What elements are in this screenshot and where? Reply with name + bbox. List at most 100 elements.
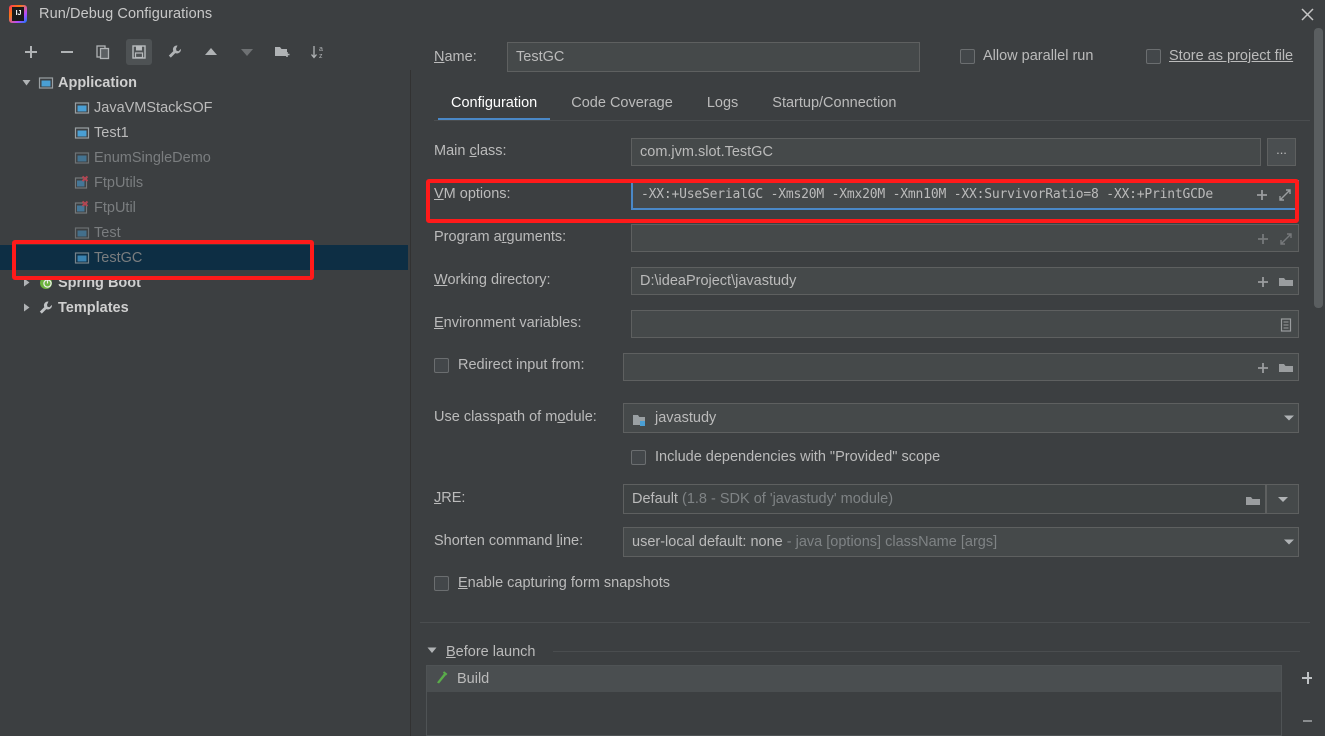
plus-icon[interactable] (1255, 359, 1271, 375)
expand-icon[interactable] (1277, 187, 1293, 203)
before-launch-item-build[interactable]: Build (427, 666, 1281, 692)
configurations-tree[interactable]: Application JavaVMStackSOF Test1 EnumSin… (0, 70, 408, 736)
copy-configuration-button[interactable] (90, 39, 116, 65)
spring-boot-icon (38, 275, 54, 291)
chevron-down-icon[interactable] (1284, 415, 1294, 421)
tab-code-coverage[interactable]: Code Coverage (554, 89, 690, 120)
sidebar-item-javavmstacksof[interactable]: JavaVMStackSOF (0, 95, 408, 120)
sidebar-item-testgc[interactable]: TestGC (0, 245, 408, 270)
remove-configuration-button[interactable] (54, 39, 80, 65)
environment-variables-label: Environment variables: (434, 315, 582, 331)
sidebar-item-label: Test (94, 224, 121, 241)
before-launch-list[interactable]: Build (426, 665, 1282, 736)
scrollbar-thumb[interactable] (1314, 28, 1323, 308)
move-down-button[interactable] (234, 39, 260, 65)
folder-icon[interactable] (1278, 273, 1294, 289)
sidebar-item-label: JavaVMStackSOF (94, 99, 213, 116)
svg-text:z: z (319, 53, 323, 60)
sidebar-item-application[interactable]: Application (0, 70, 408, 95)
store-as-project-file-checkbox[interactable]: Store as project file (1146, 48, 1293, 64)
vm-options-input[interactable]: -XX:+UseSerialGC -Xms20M -Xmx20M -Xmn10M… (631, 180, 1299, 210)
sidebar-item-templates[interactable]: Templates (0, 295, 408, 320)
tab-logs[interactable]: Logs (690, 89, 755, 120)
wrench-icon (38, 300, 54, 316)
allow-parallel-run-checkbox[interactable]: Allow parallel run (960, 48, 1093, 64)
plus-icon[interactable] (1255, 273, 1271, 289)
jre-value: Default (632, 491, 678, 507)
sidebar-item-label: Templates (58, 299, 129, 316)
program-arguments-row: Program arguments: (420, 217, 1310, 260)
environment-variables-field-icons (1278, 316, 1294, 332)
jre-dropdown-arrow-button[interactable] (1266, 484, 1299, 514)
configuration-tabs[interactable]: Configuration Code Coverage Logs Startup… (434, 89, 1310, 121)
enable-capturing-label: Enable capturing form snapshots (458, 575, 670, 591)
tab-configuration[interactable]: Configuration (434, 89, 554, 120)
before-launch-header[interactable]: Before launch (420, 638, 1310, 665)
checkbox-box[interactable] (960, 48, 975, 64)
sidebar-item-enumsingledemo[interactable]: EnumSingleDemo (0, 145, 408, 170)
program-arguments-input[interactable] (631, 224, 1299, 252)
chevron-down-icon[interactable] (426, 643, 438, 661)
plus-icon[interactable] (1255, 230, 1271, 246)
name-row: Name: Allow parallel run Store as projec… (434, 42, 1325, 72)
application-error-icon (74, 200, 90, 216)
redirect-input-checkbox[interactable]: Redirect input from: (434, 357, 585, 373)
working-directory-input[interactable]: D:\ideaProject\javastudy (631, 267, 1299, 295)
redirect-input-field[interactable] (623, 353, 1299, 381)
chevron-down-icon[interactable] (1277, 496, 1288, 502)
sidebar-item-ftputil[interactable]: FtpUtil (0, 195, 408, 220)
environment-variables-row: Environment variables: (420, 303, 1310, 346)
application-icon (74, 150, 90, 166)
close-icon[interactable] (1295, 3, 1319, 25)
redirect-input-label: Redirect input from: (458, 357, 585, 373)
chevron-right-icon[interactable] (20, 301, 33, 314)
folder-icon[interactable] (1245, 491, 1261, 507)
edit-templates-wrench-icon[interactable] (162, 39, 188, 65)
sidebar-item-label: Spring Boot (58, 274, 141, 291)
checkbox-box[interactable] (434, 575, 449, 591)
shorten-command-line-hint: - java [options] className [args] (786, 534, 998, 550)
sidebar-item-test1[interactable]: Test1 (0, 120, 408, 145)
before-launch-item-label: Build (457, 671, 490, 687)
sidebar-item-ftputils[interactable]: FtpUtils (0, 170, 408, 195)
classpath-module-dropdown[interactable]: javastudy (623, 403, 1299, 433)
sidebar-item-spring-boot[interactable]: Spring Boot (0, 270, 408, 295)
title-bar: Run/Debug Configurations (0, 0, 1325, 28)
vm-options-row: VM options: -XX:+UseSerialGC -Xms20M -Xm… (420, 174, 1310, 217)
classpath-module-dropdown-arrow[interactable] (1284, 415, 1294, 421)
folder-icon[interactable] (1278, 359, 1294, 375)
main-class-input[interactable]: com.jvm.slot.TestGC (631, 138, 1261, 166)
application-icon (74, 125, 90, 141)
shorten-command-line-dropdown-arrow[interactable] (1284, 539, 1294, 545)
checkbox-box[interactable] (434, 357, 449, 373)
shorten-command-line-dropdown[interactable]: user-local default: none - java [options… (623, 527, 1299, 557)
add-configuration-button[interactable] (18, 39, 44, 65)
plus-icon[interactable] (1254, 187, 1270, 203)
list-edit-icon[interactable] (1278, 316, 1294, 332)
sort-configurations-button[interactable]: a z (306, 39, 332, 65)
expand-icon[interactable] (1278, 230, 1294, 246)
checkbox-box[interactable] (631, 449, 646, 465)
main-scrollbar[interactable] (1312, 28, 1325, 736)
chevron-right-icon[interactable] (20, 276, 33, 289)
chevron-down-icon[interactable] (20, 76, 33, 89)
move-up-button[interactable] (198, 39, 224, 65)
include-provided-checkbox[interactable]: Include dependencies with "Provided" sco… (631, 449, 940, 465)
new-folder-button[interactable] (270, 39, 296, 65)
main-class-browse-button[interactable]: ... (1267, 138, 1296, 166)
panel-splitter[interactable] (408, 70, 418, 736)
redirect-input-row: Redirect input from: (420, 346, 1310, 389)
classpath-module-row: Use classpath of module: javastudy (420, 397, 1310, 440)
jre-dropdown[interactable]: Default (1.8 - SDK of 'javastudy' module… (623, 484, 1266, 514)
configuration-form: Main class: com.jvm.slot.TestGC ... VM o… (420, 131, 1310, 607)
enable-capturing-checkbox[interactable]: Enable capturing form snapshots (434, 575, 670, 591)
tabs-divider (434, 120, 1310, 121)
environment-variables-input[interactable] (631, 310, 1299, 338)
chevron-down-icon[interactable] (1284, 539, 1294, 545)
name-input[interactable] (507, 42, 920, 72)
checkbox-box[interactable] (1146, 48, 1161, 64)
main-class-row: Main class: com.jvm.slot.TestGC ... (420, 131, 1310, 174)
save-configuration-button[interactable] (126, 39, 152, 65)
tab-startup-connection[interactable]: Startup/Connection (755, 89, 913, 120)
sidebar-item-test[interactable]: Test (0, 220, 408, 245)
